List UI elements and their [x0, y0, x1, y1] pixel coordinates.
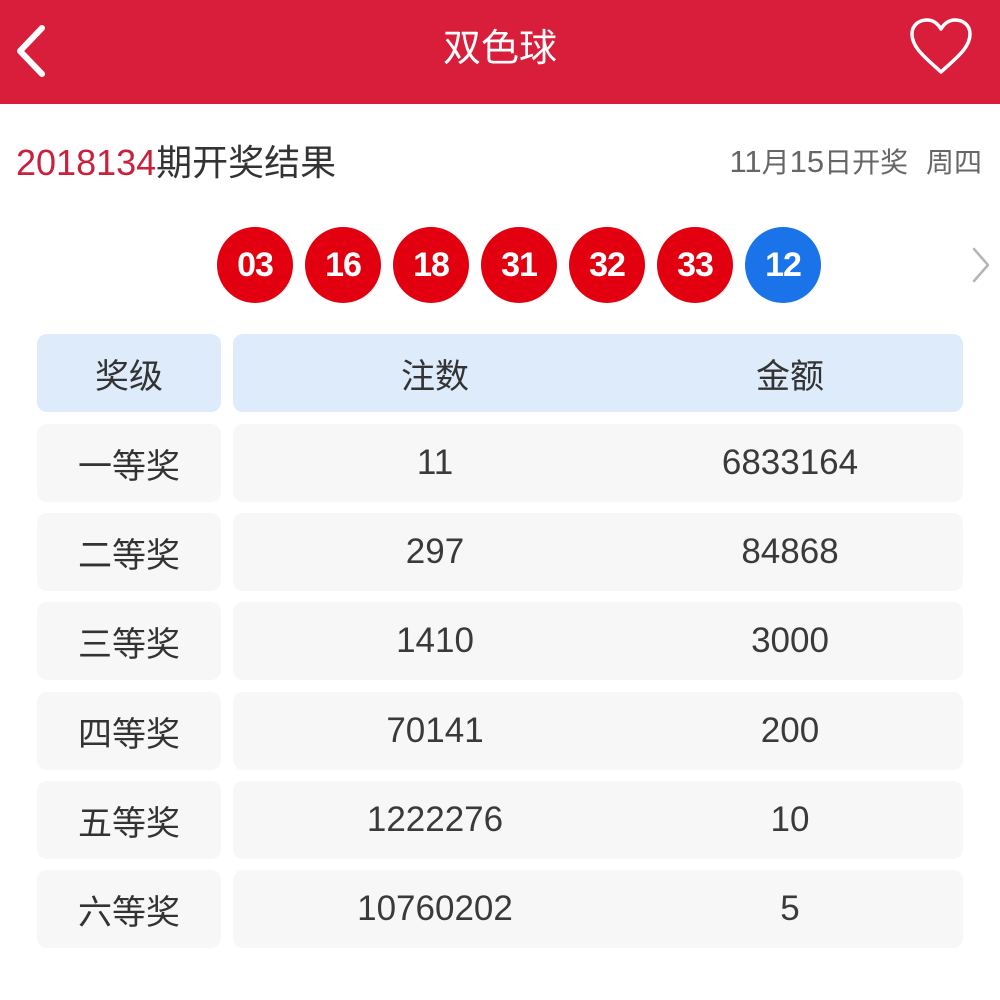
more-details-button[interactable] [966, 245, 994, 285]
prize-amount: 10 [770, 800, 810, 839]
table-row: 11 6833164 [233, 424, 963, 502]
draw-issue-title: 2018134期开奖结果 [16, 140, 336, 187]
red-ball: 18 [393, 227, 469, 303]
red-ball: 33 [657, 227, 733, 303]
header-amount: 金额 [756, 356, 824, 397]
draw-date: 11月15日开奖 周四 [729, 142, 982, 183]
blue-ball: 12 [745, 227, 821, 303]
prize-level: 六等奖 [37, 870, 221, 948]
header-winners: 注数 [401, 356, 469, 397]
prize-level: 二等奖 [37, 513, 221, 591]
red-ball: 32 [569, 227, 645, 303]
prize-amount: 200 [760, 711, 820, 750]
winner-count: 1410 [396, 621, 474, 660]
winner-count: 10760202 [357, 889, 513, 928]
chevron-right-icon [972, 247, 990, 283]
prize-amount: 84868 [741, 532, 839, 571]
prize-level: 四等奖 [37, 692, 221, 770]
winner-count: 11 [416, 443, 454, 482]
table-row: 1410 3000 [233, 602, 963, 680]
winner-count: 70141 [386, 711, 484, 750]
header-row-right: 注数 金额 [233, 334, 963, 412]
prize-amount: 5 [780, 889, 800, 928]
issue-number: 2018134 [16, 142, 157, 183]
winner-count: 1222276 [366, 800, 504, 839]
draw-month: 11 [729, 144, 762, 179]
header-prize-level: 奖级 [37, 334, 221, 412]
prize-level: 三等奖 [37, 602, 221, 680]
red-ball: 03 [217, 227, 293, 303]
draw-month-label: 月 [761, 146, 790, 179]
draw-day-label: 日开奖 [824, 146, 909, 179]
heart-outline-icon [910, 18, 972, 74]
prize-amount: 6833164 [721, 443, 859, 482]
issue-suffix: 期开奖结果 [156, 143, 337, 184]
top-navigation-bar: 双色球 [0, 0, 1000, 104]
prize-level: 一等奖 [37, 424, 221, 502]
winner-count: 297 [405, 532, 465, 571]
draw-weekday: 周四 [925, 146, 982, 179]
table-row: 297 84868 [233, 513, 963, 591]
prize-amount: 3000 [751, 621, 829, 660]
red-ball: 16 [305, 227, 381, 303]
favorite-button[interactable] [906, 16, 976, 78]
table-row: 70141 200 [233, 692, 963, 770]
draw-day: 15 [789, 144, 825, 179]
page-title: 双色球 [442, 26, 557, 70]
table-row: 1222276 10 [233, 781, 963, 859]
table-row: 10760202 5 [233, 870, 963, 948]
prize-level: 五等奖 [37, 781, 221, 859]
winning-numbers: 03 16 18 31 32 33 12 [217, 227, 833, 305]
red-ball: 31 [481, 227, 557, 303]
